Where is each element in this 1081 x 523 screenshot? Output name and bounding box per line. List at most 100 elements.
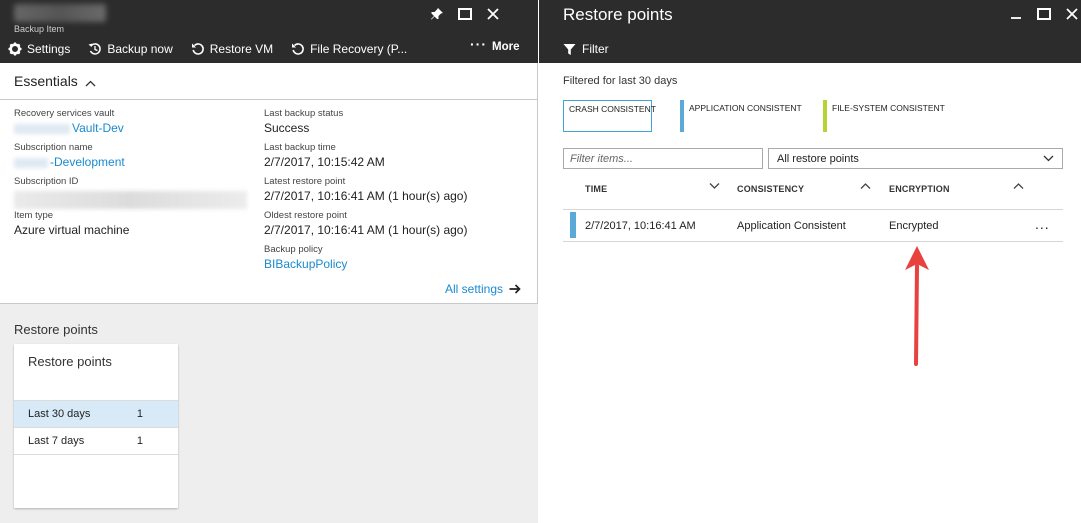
column-header-time[interactable]: TIME (585, 184, 607, 194)
backup-icon (88, 42, 102, 56)
tile-row-last-7-days[interactable]: Last 7 days 1 (14, 427, 178, 454)
essentials-subscription-name: Subscription name -Development (14, 142, 247, 176)
essentials-latest-restore-point: Latest restore point 2/7/2017, 10:16:41 … (264, 176, 467, 210)
backup-now-label: Backup now (107, 42, 173, 56)
subscription-id-label: Subscription ID (14, 176, 79, 187)
chevron-down-icon (1043, 155, 1054, 162)
filter-items-input[interactable]: Filter items... (563, 148, 763, 169)
select-value: All restore points (777, 152, 859, 165)
chevron-up-icon[interactable] (1013, 182, 1024, 190)
subscription-name-label: Subscription name (14, 142, 93, 153)
essentials-right-column: Last backup status Success Last backup t… (264, 108, 467, 278)
file-recovery-icon (291, 42, 305, 56)
pin-icon[interactable] (423, 6, 451, 22)
window-controls (423, 6, 507, 22)
more-label: More (492, 41, 520, 53)
legend-label: APPLICATION CONSISTENT (689, 103, 802, 113)
tile-title: Restore points (28, 354, 112, 369)
vault-link[interactable]: Vault-Dev (14, 120, 247, 136)
last-backup-time-value: 2/7/2017, 10:15:42 AM (264, 155, 385, 169)
cell-encryption: Encrypted (889, 220, 939, 232)
legend-swatch (823, 100, 827, 132)
window-controls (1002, 6, 1081, 22)
backup-policy-label: Backup policy (264, 244, 323, 255)
last-backup-status-value: Success (264, 121, 310, 135)
consistency-indicator (570, 212, 576, 238)
settings-label: Settings (27, 42, 71, 56)
essentials-vault: Recovery services vault Vault-Dev (14, 108, 247, 142)
restore-vm-button[interactable]: Restore VM (191, 42, 273, 56)
latest-restore-point-value: 2/7/2017, 10:16:41 AM (1 hour(s) ago) (264, 189, 468, 203)
last-backup-status-label: Last backup status (264, 108, 344, 119)
file-recovery-button[interactable]: File Recovery (P... (291, 42, 407, 56)
legend-application-consistent[interactable]: APPLICATION CONSISTENT (680, 100, 802, 132)
chevron-up-icon[interactable] (860, 182, 871, 190)
maximize-icon[interactable] (1030, 6, 1058, 22)
blade-subtitle: Backup Item (14, 24, 65, 34)
filter-placeholder: Filter items... (570, 152, 633, 165)
backup-now-button[interactable]: Backup now (88, 42, 173, 56)
filter-button[interactable]: Filter (563, 42, 609, 56)
restore-points-select[interactable]: All restore points (768, 148, 1063, 169)
all-settings-link[interactable]: All settings (445, 282, 521, 296)
filter-summary: Filtered for last 30 days (563, 75, 678, 87)
essentials-item-type: Item type Azure virtual machine (14, 210, 247, 244)
restore-points-section: Restore points Restore points Last 30 da… (0, 303, 538, 523)
arrow-right-icon (509, 284, 521, 294)
essentials-left-column: Recovery services vault Vault-Dev Subscr… (14, 108, 247, 244)
ellipsis-icon: ··· (470, 36, 487, 52)
last-backup-time-label: Last backup time (264, 142, 336, 153)
close-icon[interactable] (1058, 6, 1081, 22)
table-row[interactable]: 2/7/2017, 10:16:41 AM Application Consis… (563, 210, 1063, 242)
vault-value: Vault-Dev (72, 121, 124, 135)
essentials-last-backup-time: Last backup time 2/7/2017, 10:15:42 AM (264, 142, 467, 176)
redacted-block (14, 123, 70, 134)
blade-header: Backup Item Settings Backup now Restore … (0, 0, 538, 63)
column-header-encryption[interactable]: ENCRYPTION (889, 184, 950, 194)
legend-file-system-consistent[interactable]: FILE-SYSTEM CONSISTENT (823, 100, 945, 132)
column-header-consistency[interactable]: CONSISTENCY (737, 184, 804, 194)
cell-time: 2/7/2017, 10:16:41 AM (585, 220, 696, 232)
row-count: 1 (136, 435, 143, 447)
legend-swatch (680, 100, 684, 132)
backup-policy-link[interactable]: BIBackupPolicy (264, 256, 467, 272)
legend-label: FILE-SYSTEM CONSISTENT (832, 103, 945, 113)
chevron-down-icon[interactable] (709, 182, 720, 190)
restore-points-tile[interactable]: Restore points Last 30 days 1 Last 7 day… (14, 344, 178, 508)
essentials-backup-policy: Backup policy BIBackupPolicy (264, 244, 467, 278)
chevron-up-icon (85, 76, 96, 90)
essentials-toggle[interactable]: Essentials (0, 63, 538, 100)
vault-label: Recovery services vault (14, 108, 115, 119)
filter-icon (563, 43, 576, 55)
legend-label: CRASH CONSISTENT (569, 104, 656, 114)
tile-row-last-30-days[interactable]: Last 30 days 1 (14, 400, 178, 427)
blade-title: Restore points (563, 5, 673, 24)
essentials-title: Essentials (14, 73, 78, 89)
redacted-block (14, 157, 48, 168)
latest-restore-point-label: Latest restore point (264, 176, 346, 187)
more-button[interactable]: ··· More (470, 36, 520, 53)
subscription-name-value: -Development (50, 155, 125, 169)
close-icon[interactable] (479, 6, 507, 22)
minimize-icon[interactable] (1002, 6, 1030, 22)
row-label: Last 7 days (28, 435, 85, 447)
row-more-button[interactable]: ... (1035, 216, 1050, 232)
maximize-icon[interactable] (451, 6, 479, 22)
tile-divider (14, 454, 178, 455)
row-label: Last 30 days (28, 408, 91, 420)
all-settings-label: All settings (445, 282, 504, 296)
essentials-subscription-id: Subscription ID (14, 176, 247, 210)
subscription-name-link[interactable]: -Development (14, 154, 247, 170)
restore-points-blade: Restore points Filter Filtered for last … (539, 0, 1081, 523)
legend-crash-consistent[interactable]: CRASH CONSISTENT (563, 100, 656, 132)
settings-button[interactable]: Settings (8, 42, 70, 56)
item-type-label: Item type (14, 210, 54, 221)
subscription-id-redacted (14, 191, 247, 209)
file-recovery-label: File Recovery (P... (310, 42, 408, 56)
gear-icon (8, 42, 22, 56)
oldest-restore-point-value: 2/7/2017, 10:16:41 AM (1 hour(s) ago) (264, 223, 468, 237)
restore-icon (191, 42, 205, 56)
restore-vm-label: Restore VM (209, 42, 274, 56)
filter-label: Filter (582, 42, 609, 56)
backup-item-blade: Backup Item Settings Backup now Restore … (0, 0, 538, 523)
